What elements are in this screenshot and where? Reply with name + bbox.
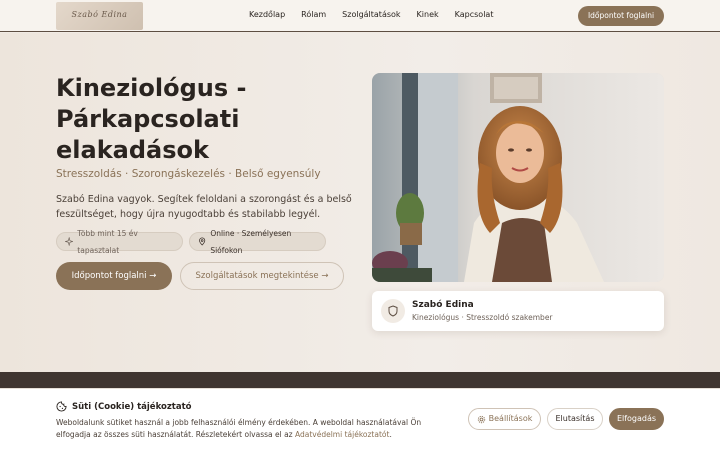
location-badge-label: Online · Személyesen Siófokon: [210, 228, 292, 255]
hero-intro: Szabó Edina vagyok. Segítek feloldani a …: [56, 194, 352, 220]
profile-card: Szabó Edina Kineziológus · Stresszoldó s…: [372, 291, 664, 331]
experience-badge-label: Több mint 15 év tapasztalat: [77, 228, 138, 255]
location-pin-icon: [199, 237, 206, 246]
gear-icon: [477, 415, 485, 423]
header-booking-button[interactable]: Időpontot foglalni: [578, 6, 664, 26]
logo-text: Szabó Edina: [71, 10, 128, 19]
cookie-settings-button[interactable]: Beállítások: [468, 408, 541, 430]
sparkle-icon: [65, 237, 74, 246]
cookie-settings-label: Beállítások: [488, 414, 533, 423]
location-badge: Online · Személyesen Siófokon: [189, 229, 326, 255]
nav-item-kapcsolat[interactable]: Kapcsolat: [455, 10, 494, 19]
booking-button-label: Időpontot foglalni: [71, 271, 147, 281]
page-title: Kineziológus - Párkapcsolati elakadások: [56, 74, 247, 164]
nav-item-kezdolap[interactable]: Kezdőlap: [249, 10, 285, 19]
cookie-text-end: .: [389, 430, 392, 439]
cookie-text: Weboldalunk sütiket használ a jobb felha…: [56, 417, 456, 441]
main-nav: Kezdőlap Rólam Szolgáltatások Kinek Kapc…: [249, 10, 509, 19]
cookie-accept-button[interactable]: Elfogadás: [609, 408, 664, 430]
cookie-banner: Süti (Cookie) tájékoztató Weboldalunk sü…: [0, 388, 720, 450]
cookie-title: Süti (Cookie) tájékoztató: [72, 401, 192, 412]
portrait-photo: [372, 73, 664, 282]
cookie-title-row: Süti (Cookie) tájékoztató: [56, 401, 191, 412]
arrow-right-icon: →: [321, 271, 329, 281]
cookie-reject-button[interactable]: Elutasítás: [547, 408, 603, 430]
privacy-policy-link[interactable]: Adatvédelmi tájékoztatót: [295, 430, 389, 439]
booking-button[interactable]: Időpontot foglalni →: [56, 262, 172, 290]
nav-item-szolgaltatasok[interactable]: Szolgáltatások: [342, 10, 400, 19]
profile-name: Szabó Edina: [412, 300, 474, 310]
hero-subtitle: Stresszoldás · Szorongáskezelés · Belső …: [56, 168, 321, 180]
hero-section: Kineziológus - Párkapcsolati elakadások …: [0, 33, 720, 372]
portrait-illustration: [372, 73, 664, 282]
site-header: Szabó Edina Kezdőlap Rólam Szolgáltatáso…: [0, 0, 720, 32]
section-divider: [0, 372, 720, 388]
nav-item-kinek[interactable]: Kinek: [417, 10, 439, 19]
cookie-icon: [56, 401, 67, 412]
services-button[interactable]: Szolgáltatások megtekintése →: [180, 262, 344, 290]
arrow-right-icon: →: [149, 271, 157, 281]
experience-badge: Több mint 15 év tapasztalat: [56, 229, 183, 255]
shield-icon: [381, 299, 405, 323]
nav-item-rolam[interactable]: Rólam: [301, 10, 326, 19]
logo[interactable]: Szabó Edina: [56, 2, 143, 30]
profile-role: Kineziológus · Stresszoldó szakember: [412, 313, 553, 322]
services-button-label: Szolgáltatások megtekintése: [195, 271, 319, 281]
